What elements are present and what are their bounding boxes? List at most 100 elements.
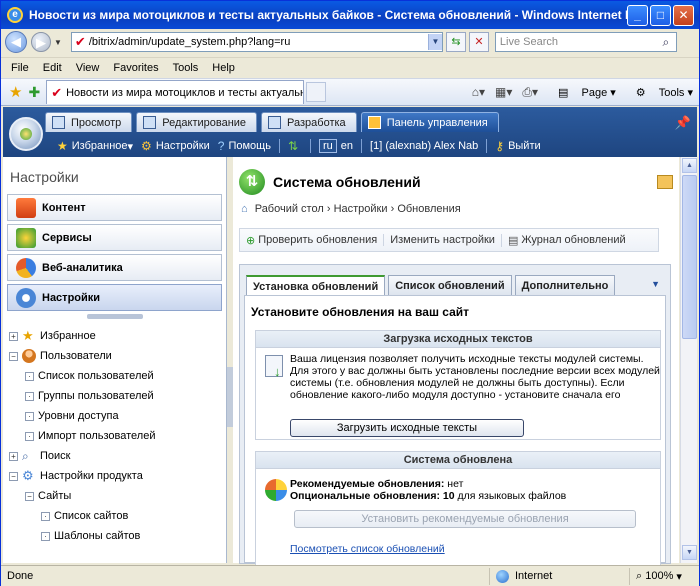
collapse-icon[interactable]: − [9, 351, 18, 361]
lang-ru[interactable]: ru [319, 139, 337, 153]
status-box-title: Система обновлена [256, 452, 660, 469]
divider [361, 139, 363, 153]
forward-button[interactable]: ▶ [31, 32, 51, 52]
security-zone[interactable]: Internet [489, 567, 629, 585]
tree-site-list[interactable]: · Список сайтов [3, 506, 226, 526]
refresh-icon[interactable]: ⇆ [445, 32, 466, 52]
favorites-menu[interactable]: ★ Избранное ▾ [57, 139, 133, 153]
menu-help[interactable]: Help [212, 62, 235, 74]
expand-icon[interactable]: + [9, 451, 18, 461]
menu-edit[interactable]: Edit [43, 62, 62, 74]
tree-user-list[interactable]: · Список пользователей [3, 366, 226, 386]
download-sources-button[interactable]: Загрузить исходные тексты [290, 419, 524, 437]
menu-favorites[interactable]: Favorites [113, 62, 158, 74]
admin-toolbar: ★ Избранное ▾ ⚙ Настройки ? Помощь ⇅ ru en [… [57, 137, 549, 155]
menu-file[interactable]: File [11, 62, 29, 74]
help-link[interactable]: ? Помощь [218, 139, 271, 153]
maximize-button[interactable]: □ [650, 4, 671, 26]
lang-en[interactable]: en [341, 140, 353, 152]
home-icon[interactable]: ⌂▾ [472, 85, 485, 99]
settings-link[interactable]: ⚙ Настройки [141, 139, 210, 153]
close-button[interactable]: ✕ [673, 4, 694, 26]
bitrix-logo-icon[interactable] [9, 117, 43, 151]
search-box[interactable]: Live Search ⌕ [494, 32, 677, 52]
breadcrumb-home[interactable]: Рабочий стол [255, 203, 324, 215]
tab-bar: ★ ✚ ✔ Новости из мира мотоциклов и тесты… [1, 78, 699, 106]
address-toolbar: ◀ ▶ ▼ ✔ /bitrix/admin/update_system.php?… [1, 29, 699, 55]
scrollbar-thumb[interactable] [682, 175, 697, 339]
search-input[interactable]: Live Search [500, 36, 656, 48]
collapse-icon[interactable]: − [25, 491, 34, 501]
star-icon: ★ [22, 328, 34, 343]
vertical-scrollbar[interactable]: ▲ ▼ [680, 157, 697, 563]
feeds-icon[interactable]: ▦▾ [495, 85, 512, 99]
page-icon: · [41, 511, 50, 521]
scroll-down-icon[interactable]: ▼ [682, 545, 697, 560]
stop-icon[interactable]: ✕ [468, 32, 489, 52]
install-recommended-button[interactable]: Установить рекомендуемые обновления [294, 510, 636, 528]
tab-control-panel[interactable]: Панель управления [360, 112, 499, 132]
update-link[interactable]: ⇅ [288, 139, 302, 153]
section-heading: Установите обновления на ваш сайт [251, 305, 470, 319]
divider [310, 139, 311, 153]
tab-install-updates[interactable]: Установка обновлений [246, 275, 386, 296]
back-button[interactable]: ◀ [5, 31, 27, 53]
page-menu[interactable]: ▤ Page ▾ [548, 86, 616, 99]
search-icon[interactable]: ⌕ [656, 35, 676, 50]
export-icon[interactable] [657, 175, 673, 189]
logout-link[interactable]: ⚷ Выйти [495, 139, 540, 153]
tree-site-templates[interactable]: · Шаблоны сайтов [3, 526, 226, 546]
tab-additional[interactable]: Дополнительно [514, 275, 616, 295]
tab-view[interactable]: Просмотр [45, 112, 133, 132]
section-content[interactable]: Контент [7, 194, 222, 221]
print-icon[interactable]: ⎙▾ [522, 85, 538, 100]
history-dropdown-icon[interactable]: ▼ [54, 38, 62, 47]
tree-sites[interactable]: − Сайты [3, 486, 226, 506]
new-tab-button[interactable] [306, 82, 327, 102]
browser-tab[interactable]: ✔ Новости из мира мотоциклов и тесты акт… [46, 80, 305, 104]
breadcrumb-settings[interactable]: Настройки [334, 203, 388, 215]
add-favorites-icon[interactable]: ✚ [28, 84, 40, 101]
address-bar[interactable]: ✔ /bitrix/admin/update_system.php?lang=r… [70, 32, 443, 52]
address-input[interactable]: /bitrix/admin/update_system.php?lang=ru [89, 36, 428, 48]
pin-icon[interactable]: 📌 [675, 115, 691, 131]
change-settings-button[interactable]: Изменить настройки [383, 234, 501, 246]
section-settings[interactable]: Настройки [7, 284, 222, 311]
tree-favorites[interactable]: + ★ Избранное [3, 326, 226, 346]
tab-development[interactable]: Разработка [261, 112, 357, 132]
gear-icon: ⚙ [22, 468, 34, 483]
address-dropdown-icon[interactable]: ▼ [427, 34, 442, 50]
menu-view[interactable]: View [76, 62, 100, 74]
breadcrumb-separator: › [326, 203, 334, 215]
update-log-button[interactable]: ▤ Журнал обновлений [500, 233, 632, 247]
view-update-list-link[interactable]: Посмотреть список обновлений [290, 543, 445, 555]
collapse-icon[interactable]: − [9, 471, 18, 481]
section-services[interactable]: Сервисы [7, 224, 222, 251]
tree-users[interactable]: − Пользователи [3, 346, 226, 366]
zoom-icon: ⌕ [636, 569, 643, 582]
command-bar: ⌂▾ ▦▾ ⎙▾ ▤ Page ▾ ⚙ Tools ▾ [462, 85, 693, 100]
tab-body: Установите обновления на ваш сайт Загруз… [244, 295, 666, 566]
page-icon: · [25, 391, 34, 401]
tree-user-import[interactable]: · Импорт пользователей [3, 426, 226, 446]
favorites-star-icon[interactable]: ★ [9, 83, 22, 101]
tools-menu[interactable]: ⚙ Tools ▾ [626, 86, 693, 99]
tree-user-groups[interactable]: · Группы пользователей [3, 386, 226, 406]
tab-edit[interactable]: Редактирование [136, 112, 258, 132]
scroll-up-icon[interactable]: ▲ [682, 158, 697, 173]
download-document-icon [265, 355, 283, 379]
tree-search[interactable]: + ⌕ Поиск [3, 446, 226, 466]
expand-icon[interactable]: + [9, 331, 18, 341]
tabs-dropdown-icon[interactable]: ▼ [651, 279, 660, 289]
user-link[interactable]: [1] (alexnab) Alex Nab [370, 140, 478, 152]
tree-product-settings[interactable]: − ⚙ Настройки продукта [3, 466, 226, 486]
check-updates-button[interactable]: ⊕ Проверить обновления [240, 234, 383, 247]
zoom-control[interactable]: ⌕ 100% ▾ [629, 567, 699, 585]
menu-bar: File Edit View Favorites Tools Help [1, 57, 699, 77]
minimize-button[interactable]: _ [627, 4, 648, 26]
tree-access-levels[interactable]: · Уровни доступа [3, 406, 226, 426]
section-web-analytics[interactable]: Веб-аналитика [7, 254, 222, 281]
menu-tools[interactable]: Tools [173, 62, 199, 74]
tab-update-list[interactable]: Список обновлений [388, 275, 512, 295]
code-icon [268, 116, 282, 129]
